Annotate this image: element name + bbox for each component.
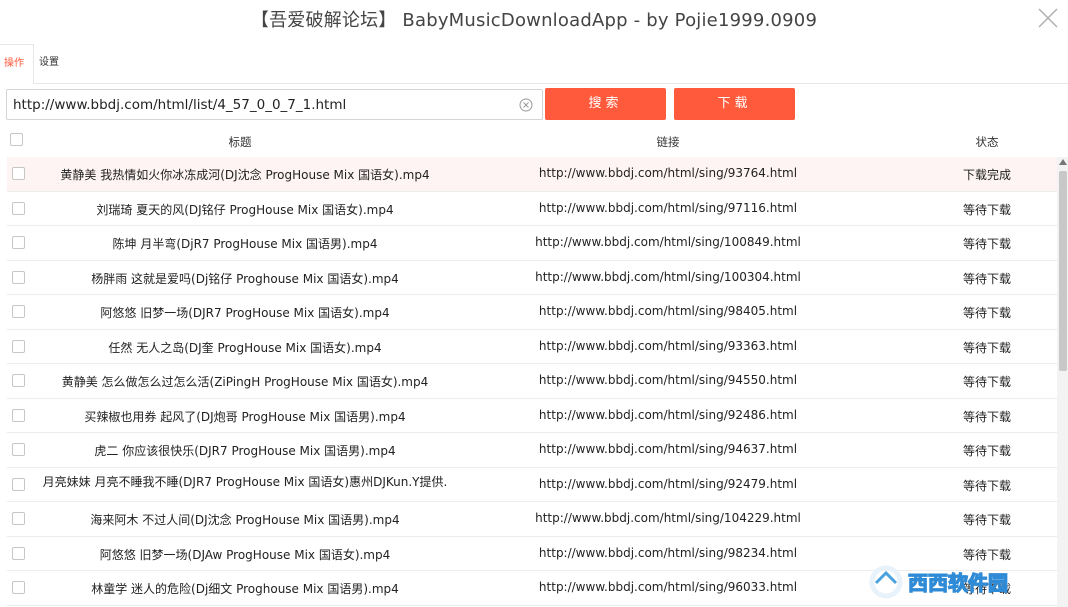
row-link: http://www.bbdj.com/html/sing/92486.html bbox=[538, 407, 798, 422]
row-title: 林童学 迷人的危险(Dj细文 Proghouse Mix 国语男).mp4 bbox=[91, 582, 399, 596]
row-title: 刘瑞琦 夏天的风(DJ铭仔 ProgHouse Mix 国语女).mp4 bbox=[96, 202, 394, 217]
row-title: 黄静美 我热情如火你冰冻成河(DJ沈念 ProgHouse Mix 国语女).m… bbox=[60, 168, 430, 182]
row-status: 等待下载 bbox=[962, 547, 1011, 562]
row-checkbox[interactable] bbox=[12, 305, 25, 318]
row-title: 杨胖雨 这就是爱吗(Dj铭仔 Proghouse Mix 国语女).mp4 bbox=[91, 271, 399, 286]
header-status: 状态 bbox=[975, 135, 999, 149]
row-title: 任然 无人之岛(DJ奎 ProgHouse Mix 国语女).mp4 bbox=[108, 340, 382, 355]
row-checkbox[interactable] bbox=[12, 581, 25, 594]
row-link: http://www.bbdj.com/html/sing/98405.html bbox=[538, 304, 798, 318]
row-status: 等待下载 bbox=[962, 444, 1011, 458]
scroll-up-icon[interactable] bbox=[1059, 159, 1067, 165]
row-link: http://www.bbdj.com/html/sing/98234.html bbox=[538, 545, 798, 560]
row-title: 月亮妹妹 月亮不睡我不睡(DJR7 ProgHouse Mix 国语女)惠州DJ… bbox=[42, 474, 448, 489]
table-row[interactable]: 杨胖雨 这就是爱吗(Dj铭仔 Proghouse Mix 国语女).mp4 ht… bbox=[7, 261, 1057, 295]
row-link: http://www.bbdj.com/html/sing/93764.html bbox=[538, 166, 798, 180]
window-title: 【吾爱破解论坛】 BabyMusicDownloadApp - by Pojie… bbox=[250, 10, 818, 31]
row-status: 等待下载 bbox=[962, 513, 1011, 527]
row-checkbox[interactable] bbox=[12, 236, 25, 249]
row-title: 阿悠悠 旧梦一场(DJAw ProgHouse Mix 国语女).mp4 bbox=[99, 547, 391, 562]
row-status: 等待下载 bbox=[962, 478, 1011, 493]
row-checkbox[interactable] bbox=[12, 167, 25, 180]
close-icon bbox=[1038, 8, 1058, 28]
row-checkbox[interactable] bbox=[12, 408, 25, 422]
row-checkbox[interactable] bbox=[12, 443, 25, 456]
search-button[interactable]: 搜索 bbox=[545, 88, 666, 120]
table-row[interactable]: 黄静美 怎么做怎么过怎么活(ZiPingH ProgHouse Mix 国语女)… bbox=[7, 364, 1057, 399]
row-title: 买辣椒也用券 起风了(DJ炮哥 ProgHouse Mix 国语男).mp4 bbox=[84, 409, 406, 424]
row-link: http://www.bbdj.com/html/sing/92479.html bbox=[538, 476, 798, 491]
scroll-thumb[interactable] bbox=[1059, 171, 1067, 371]
row-title: 海来阿木 不过人间(DJ沈念 ProgHouse Mix 国语男).mp4 bbox=[90, 513, 400, 527]
watermark-text: 西西软件园 bbox=[908, 571, 1008, 595]
row-checkbox[interactable] bbox=[12, 270, 25, 284]
row-checkbox[interactable] bbox=[12, 546, 25, 560]
row-link: http://www.bbdj.com/html/sing/97116.html bbox=[538, 200, 798, 215]
row-checkbox[interactable] bbox=[12, 339, 25, 353]
table-row[interactable]: 买辣椒也用券 起风了(DJ炮哥 ProgHouse Mix 国语男).mp4 h… bbox=[7, 399, 1057, 433]
row-title: 黄静美 怎么做怎么过怎么活(ZiPingH ProgHouse Mix 国语女)… bbox=[61, 375, 429, 389]
vertical-scrollbar[interactable] bbox=[1057, 157, 1068, 607]
row-link: http://www.bbdj.com/html/sing/94637.html bbox=[538, 442, 798, 456]
header-title: 标题 bbox=[228, 135, 252, 149]
row-link: http://www.bbdj.com/html/sing/100849.htm… bbox=[535, 235, 801, 249]
row-checkbox[interactable] bbox=[12, 512, 25, 525]
table-row[interactable]: 虎二 你应该很快乐(DJR7 ProgHouse Mix 国语男).mp4 ht… bbox=[7, 433, 1057, 468]
row-status: 等待下载 bbox=[962, 237, 1011, 251]
row-link: http://www.bbdj.com/html/sing/104229.htm… bbox=[535, 511, 801, 525]
tab-settings[interactable]: 设置 bbox=[35, 44, 69, 84]
table-row[interactable]: 海来阿木 不过人间(DJ沈念 ProgHouse Mix 国语男).mp4 ht… bbox=[7, 502, 1057, 537]
tab-operate[interactable]: 操作 bbox=[0, 44, 34, 84]
row-link: http://www.bbdj.com/html/sing/96033.html bbox=[538, 580, 798, 594]
row-checkbox[interactable] bbox=[12, 201, 25, 215]
row-title: 虎二 你应该很快乐(DJR7 ProgHouse Mix 国语男).mp4 bbox=[94, 444, 396, 458]
row-status: 等待下载 bbox=[962, 271, 1011, 286]
header-link: 链接 bbox=[656, 135, 680, 149]
clear-icon[interactable] bbox=[519, 98, 533, 112]
row-checkbox[interactable] bbox=[12, 477, 25, 491]
close-button[interactable] bbox=[1034, 4, 1062, 32]
table-row[interactable]: 月亮妹妹 月亮不睡我不睡(DJR7 ProgHouse Mix 国语女)惠州DJ… bbox=[7, 468, 1057, 502]
table-row[interactable]: 任然 无人之岛(DJ奎 ProgHouse Mix 国语女).mp4 http:… bbox=[7, 330, 1057, 364]
table-header: 标题 链接 状态 bbox=[0, 125, 1058, 157]
row-link: http://www.bbdj.com/html/sing/93363.html bbox=[538, 338, 798, 353]
table-row[interactable]: 刘瑞琦 夏天的风(DJ铭仔 ProgHouse Mix 国语女).mp4 htt… bbox=[7, 192, 1057, 226]
row-link: http://www.bbdj.com/html/sing/100304.htm… bbox=[535, 269, 801, 284]
url-input[interactable] bbox=[13, 95, 513, 115]
row-status: 等待下载 bbox=[962, 340, 1011, 355]
row-link: http://www.bbdj.com/html/sing/94550.html bbox=[538, 373, 798, 387]
watermark-logo: 西西软件园 bbox=[869, 565, 1009, 599]
row-title: 阿悠悠 旧梦一场(DJR7 ProgHouse Mix 国语女).mp4 bbox=[100, 306, 390, 320]
download-button[interactable]: 下载 bbox=[674, 88, 795, 120]
row-status: 等待下载 bbox=[962, 409, 1011, 424]
select-all-checkbox[interactable] bbox=[10, 133, 23, 146]
url-field bbox=[6, 89, 543, 120]
tab-bar: 操作 设置 bbox=[0, 44, 1068, 84]
table-row[interactable]: 陈坤 月半弯(DjR7 ProgHouse Mix 国语男).mp4 http:… bbox=[7, 226, 1057, 261]
title-bar: 【吾爱破解论坛】 BabyMusicDownloadApp - by Pojie… bbox=[0, 0, 1068, 40]
row-checkbox[interactable] bbox=[12, 374, 25, 387]
row-title: 陈坤 月半弯(DjR7 ProgHouse Mix 国语男).mp4 bbox=[112, 237, 378, 251]
row-status: 下载完成 bbox=[962, 168, 1011, 182]
table-body: 黄静美 我热情如火你冰冻成河(DJ沈念 ProgHouse Mix 国语女).m… bbox=[7, 157, 1057, 607]
table-row[interactable]: 黄静美 我热情如火你冰冻成河(DJ沈念 ProgHouse Mix 国语女).m… bbox=[7, 157, 1057, 192]
row-status: 等待下载 bbox=[962, 306, 1011, 320]
row-status: 等待下载 bbox=[962, 202, 1011, 217]
table-row[interactable]: 阿悠悠 旧梦一场(DJR7 ProgHouse Mix 国语女).mp4 htt… bbox=[7, 295, 1057, 330]
row-status: 等待下载 bbox=[962, 375, 1011, 389]
